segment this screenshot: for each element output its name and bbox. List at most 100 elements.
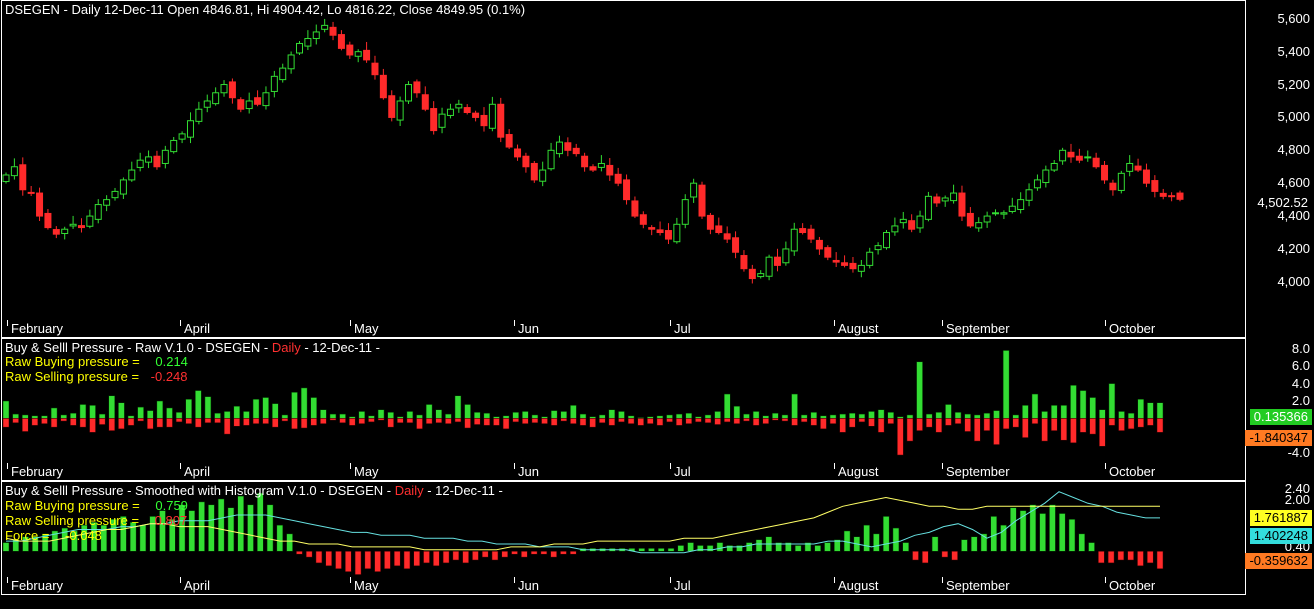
hist-bar-positive (139, 524, 147, 552)
hist-bar-positive (1049, 504, 1056, 552)
hist-bar-positive (736, 545, 743, 552)
hist-bar-positive (276, 524, 284, 552)
hist-bar-positive (863, 524, 870, 552)
hist-bar-positive (961, 539, 968, 552)
smoothed-cyan-badge: 1.402248 (1249, 528, 1312, 544)
month-label-august: August (838, 578, 879, 593)
hist-bar-positive (1039, 513, 1046, 552)
hist-bar-negative (569, 551, 577, 555)
hist-bar-positive (794, 545, 802, 552)
hist-bar-positive (814, 545, 821, 552)
hist-bar-positive (237, 495, 244, 552)
hist-bar-positive (970, 536, 978, 552)
hist-bar-negative (922, 551, 929, 564)
hist-bar-negative (511, 551, 518, 555)
month-label-september: September (946, 578, 1010, 593)
hist-bar-negative (472, 551, 479, 561)
smoothed-buy-readout: Raw Buying pressure = 0.759 (5, 498, 188, 513)
hist-bar-positive (1058, 513, 1066, 552)
hist-bar-negative (481, 551, 489, 558)
smoothed-title: Buy & Selll Pressure - Smoothed with His… (5, 483, 503, 498)
hist-bar-positive (257, 492, 264, 552)
smoothed-sell-readout: Raw Selling pressure = 0.807 (5, 513, 188, 528)
hist-bar-negative (403, 551, 411, 569)
hist-bar-positive (873, 533, 880, 552)
hist-bar-positive (746, 542, 753, 552)
hist-bar-positive (188, 510, 196, 552)
hist-bar-negative (384, 551, 391, 569)
hist-bar-negative (442, 551, 450, 564)
month-label-jun: Jun (518, 578, 539, 593)
hist-bar-negative (1098, 551, 1105, 564)
hist-bar-positive (286, 533, 293, 552)
hist-bar-negative (423, 551, 430, 564)
hist-bar-positive (677, 545, 685, 552)
hist-bar-positive (247, 504, 254, 552)
hist-bar-positive (706, 545, 714, 552)
month-label-april: April (184, 578, 211, 593)
hist-bar-negative (335, 551, 342, 569)
hist-bar-negative (491, 551, 499, 561)
month-label-jul: Jul (674, 578, 691, 593)
hist-bar-positive (1010, 507, 1017, 552)
hist-bar-positive (1088, 542, 1095, 552)
hist-bar-negative (1156, 551, 1164, 569)
hist-bar-negative (374, 551, 381, 572)
hist-bar-positive (990, 516, 997, 552)
month-axis-3: February April May Jun Jul August September Oct… (1, 577, 1246, 595)
hist-bar-positive (697, 545, 704, 552)
month-label-october: October (1109, 578, 1156, 593)
hist-bar-negative (1127, 551, 1134, 561)
smoothed-yellow-badge: 1.761887 (1249, 510, 1312, 526)
hist-bar-negative (1146, 551, 1154, 564)
month-label-may: May (354, 578, 379, 593)
hist-bar-positive (217, 498, 225, 552)
hist-bar-negative (325, 551, 332, 567)
y-tick-label: 2.00 (1284, 492, 1310, 508)
hist-bar-negative (1117, 551, 1125, 561)
hist-bar-negative (530, 551, 538, 555)
hist-bar-negative (1107, 551, 1115, 564)
hist-bar-positive (2, 542, 10, 552)
hist-bar-positive (726, 545, 733, 552)
hist-bar-positive (931, 536, 939, 552)
hist-bar-positive (716, 542, 724, 552)
hist-bar-negative (1137, 551, 1144, 567)
hist-bar-positive (648, 548, 655, 552)
hist-bar-negative (540, 551, 548, 555)
hist-bar-negative (560, 551, 567, 555)
force-readout: Force = -0.048 (5, 528, 102, 543)
hist-bar-positive (1068, 519, 1076, 552)
hist-bar-positive (266, 504, 274, 552)
hist-bar-negative (413, 551, 420, 567)
hist-bar-negative (462, 551, 469, 564)
month-label-february: February (11, 578, 64, 593)
hist-bar-positive (667, 548, 675, 552)
hist-bar-negative (305, 551, 313, 558)
hist-bar-negative (315, 551, 323, 564)
hist-bar-negative (296, 551, 303, 555)
hist-bar-positive (1078, 533, 1086, 552)
hist-bar-negative (951, 551, 958, 561)
hist-bar-positive (687, 542, 694, 552)
hist-bar-positive (892, 527, 900, 552)
hist-bar-negative (501, 551, 509, 558)
smoothed-orange-badge: -0.359632 (1245, 553, 1312, 569)
hist-bar-negative (433, 551, 440, 567)
hist-bar-positive (902, 542, 909, 552)
hist-bar-negative (550, 551, 557, 558)
hist-bar-negative (521, 551, 528, 558)
hist-bar-positive (824, 542, 831, 552)
hist-bar-positive (882, 516, 890, 552)
hist-bar-negative (354, 551, 362, 575)
hist-bar-positive (227, 507, 235, 552)
hist-bar-positive (755, 539, 763, 552)
smoothed-pressure-chart (2, 491, 1164, 575)
hist-bar-negative (393, 551, 401, 567)
hist-bar-positive (638, 548, 645, 552)
hist-bar-negative (941, 551, 949, 558)
hist-bar-negative (364, 551, 372, 569)
hist-bar-positive (657, 548, 665, 552)
hist-bar-negative (452, 551, 460, 561)
hist-bar-negative (912, 551, 919, 561)
